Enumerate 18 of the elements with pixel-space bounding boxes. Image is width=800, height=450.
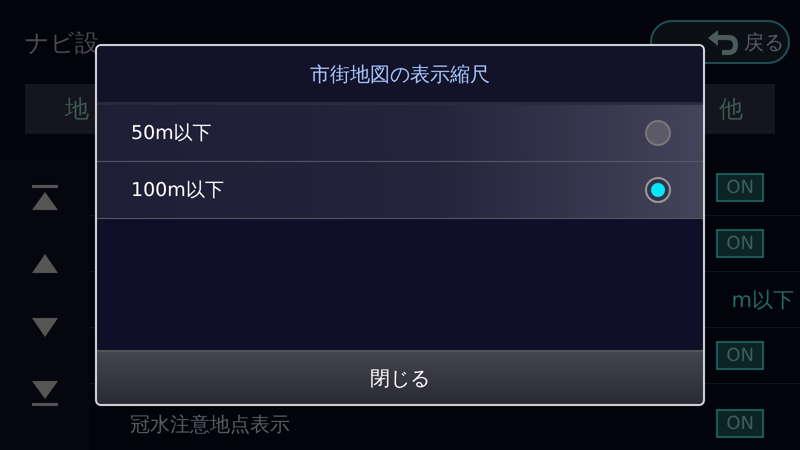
toggle-value[interactable]: ON <box>716 409 764 438</box>
return-arrow-icon <box>708 30 738 54</box>
toggle-value[interactable]: ON <box>716 173 764 202</box>
close-button[interactable]: 閉じる <box>97 350 703 404</box>
radio-button[interactable] <box>645 177 671 203</box>
option-label: 50m以下 <box>131 121 212 146</box>
option-row[interactable]: 50m以下 <box>97 105 703 162</box>
dialog-title: 市街地図の表示縮尺 <box>97 46 703 105</box>
radio-button[interactable] <box>645 120 671 146</box>
toggle-value[interactable]: ON <box>716 229 764 258</box>
option-label: 100m以下 <box>131 178 224 203</box>
option-row[interactable]: 100m以下 <box>97 162 703 219</box>
scroll-bottom-icon[interactable] <box>31 379 59 407</box>
scroll-top-icon[interactable] <box>31 184 59 212</box>
setting-value[interactable]: m以下 <box>732 286 794 314</box>
screen-title: ナビ設 <box>25 28 99 59</box>
toggle-value[interactable]: ON <box>716 341 764 370</box>
setting-label: 冠水注意地点表示 <box>130 411 290 438</box>
